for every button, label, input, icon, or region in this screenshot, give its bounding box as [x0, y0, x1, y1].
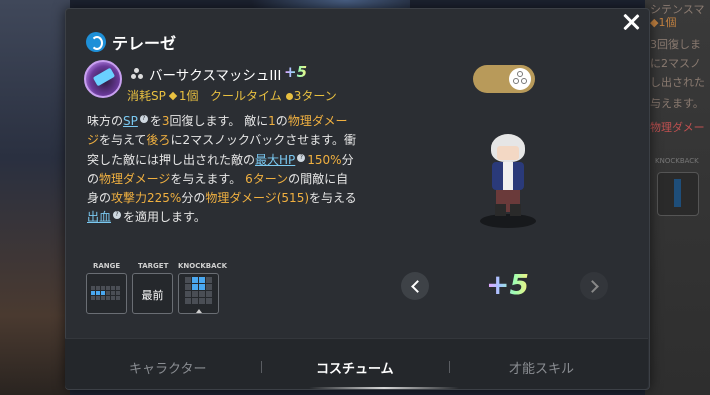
target-value: 最前: [141, 289, 164, 302]
toggle-knob: [509, 68, 531, 90]
target-box: 最前: [132, 273, 173, 314]
keyword-maxhp-link[interactable]: 最大HP: [255, 153, 295, 167]
prev-arrow-button[interactable]: [401, 272, 429, 300]
skill-icon: [84, 60, 122, 98]
knockback-grid: [185, 277, 212, 304]
range-label: RANGE: [93, 262, 121, 270]
ghost-line: に2マスノ: [650, 57, 701, 70]
range-box: [86, 273, 127, 314]
help-icon[interactable]: ?: [297, 153, 306, 162]
tab-divider: [449, 361, 450, 373]
next-arrow-button[interactable]: [580, 272, 608, 300]
skill-type-icon: [131, 68, 143, 79]
keyword-sp-link[interactable]: SP: [123, 114, 138, 128]
ghost-knockback-label: KNOCKBACK: [655, 157, 699, 165]
help-icon[interactable]: ?: [113, 211, 122, 220]
cost-label: 消耗SP: [127, 89, 166, 103]
character-name: テレーゼ: [112, 34, 177, 53]
ghost-line: ◆1個: [650, 16, 677, 29]
skill-description: 味方のSP? を3回復します。 敵に1の物理ダメージを与えて後ろに2マスノックバッ…: [87, 114, 357, 225]
target-label: TARGET: [138, 262, 169, 270]
tab-divider: [261, 361, 262, 373]
tab-character[interactable]: キャラクター: [129, 358, 206, 377]
clock-icon: [285, 93, 293, 100]
ghost-line: 物理ダメー: [650, 121, 705, 134]
background-left: [0, 0, 70, 395]
cooldown-value: 3ターン: [293, 89, 337, 103]
cooldown-label: クールタイム: [209, 89, 282, 103]
range-grid: [91, 286, 120, 300]
skill-name: バーサクスマッシュIII: [149, 68, 282, 84]
knockback-label: KNOCKBACK: [178, 262, 228, 270]
keyword-bleed-link[interactable]: 出血: [87, 210, 111, 224]
ghost-line: し出された: [650, 76, 705, 89]
tab-talent-skill[interactable]: 才能スキル: [509, 358, 574, 377]
tab-bar: キャラクター コスチューム 才能スキル: [65, 338, 648, 389]
costume-upgrade-level: +5: [486, 268, 529, 301]
ghost-line: 3回復しま: [650, 38, 701, 51]
ghost-knockback-box: [657, 172, 699, 216]
help-icon[interactable]: ?: [139, 115, 148, 123]
knockback-arrow-icon: [196, 309, 202, 313]
character-sprite: [478, 132, 538, 232]
active-tab-indicator: [309, 387, 459, 389]
costume-skill-toggle[interactable]: [473, 65, 535, 93]
knockback-box: [178, 273, 219, 314]
tab-costume[interactable]: コスチューム: [316, 358, 394, 377]
skill-upgrade-level: +5: [284, 63, 308, 81]
ghost-line: 与えます。: [650, 97, 704, 110]
close-button[interactable]: [620, 11, 642, 33]
skill-meta: 消耗SP 1個 クールタイム 3ターン: [127, 87, 337, 104]
element-water-icon: [86, 32, 106, 52]
diamond-icon: [168, 91, 178, 101]
cost-value: 1個: [178, 89, 199, 103]
